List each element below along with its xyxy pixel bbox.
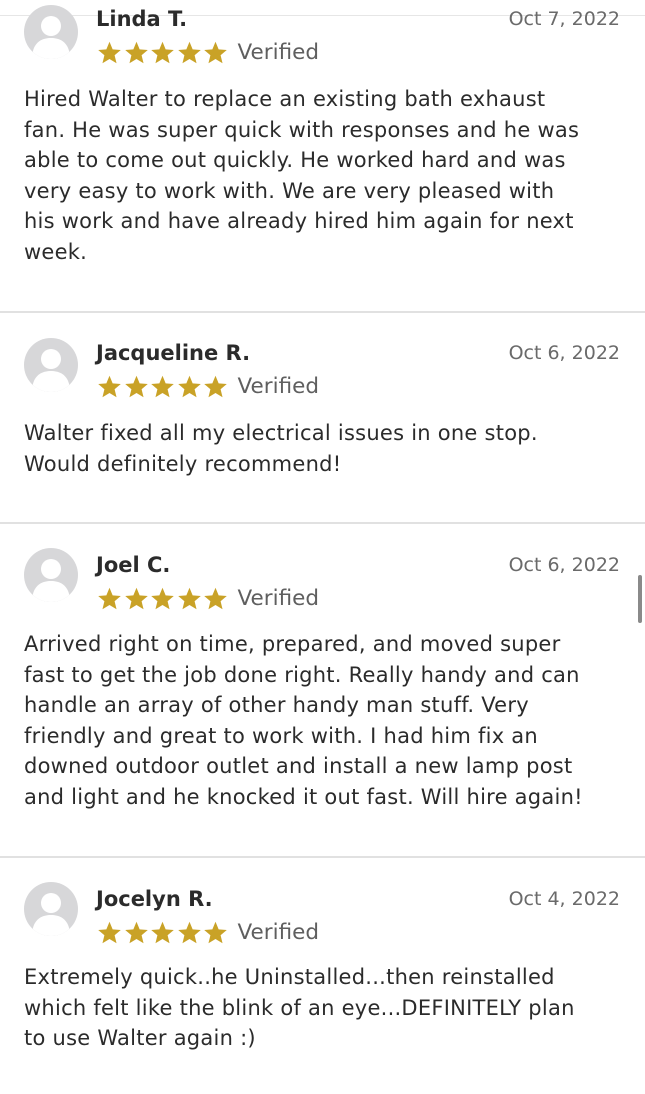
star-icon xyxy=(98,587,121,610)
review-text-line: which felt like the blink of an eye...DE… xyxy=(24,995,575,1020)
star-icon xyxy=(177,375,201,398)
star-icon xyxy=(124,587,148,610)
star-icon xyxy=(177,41,201,64)
verified-label: Verified xyxy=(237,920,320,945)
review-text-line: Walter fixed all my electrical issues in… xyxy=(24,421,538,445)
review-text: Hired Walter to replace an existing bath… xyxy=(24,84,624,268)
review-text-line: Arrived right on time, prepared, and mov… xyxy=(24,632,561,656)
verified-label: Verified xyxy=(237,40,320,65)
review-text: Extremely quick..he Uninstalled...then r… xyxy=(24,962,624,1054)
star-icon xyxy=(204,921,227,944)
review-text-line: Extremely quick..he Uninstalled...then r… xyxy=(24,965,555,989)
review-card: Jacqueline R. Oct 6, 2022 Verified Walte… xyxy=(0,313,645,524)
review-card: Jocelyn R. Oct 4, 2022 Verified Extremel… xyxy=(0,858,645,1094)
star-icon xyxy=(124,375,148,398)
star-icon xyxy=(204,587,227,610)
star-rating xyxy=(96,586,229,612)
star-icon xyxy=(151,921,174,944)
avatar xyxy=(24,338,78,392)
star-icon xyxy=(177,587,201,610)
star-icon xyxy=(98,41,121,64)
star-icon xyxy=(204,41,227,64)
star-icon xyxy=(98,921,121,944)
star-rating xyxy=(96,374,229,400)
review-date: Oct 6, 2022 xyxy=(508,554,620,576)
review-text-line: fast to get the job done right. Really h… xyxy=(24,662,580,687)
star-icon xyxy=(124,921,148,944)
person-icon xyxy=(32,16,70,59)
review-text: Arrived right on time, prepared, and mov… xyxy=(24,629,624,813)
star-icon xyxy=(204,375,227,398)
review-date: Oct 4, 2022 xyxy=(508,888,620,910)
rating-row: Verified xyxy=(96,918,319,948)
star-icon xyxy=(151,375,174,398)
reviewer-name: Linda T. xyxy=(96,7,188,31)
review-text-line: Hired Walter to replace an existing bath… xyxy=(24,87,546,111)
review-text-line: handle an array of other handy man stuff… xyxy=(24,693,529,718)
star-rating xyxy=(96,920,229,946)
review-text-line: fan. He was super quick with responses a… xyxy=(24,117,580,142)
person-icon xyxy=(32,559,70,602)
verified-label: Verified xyxy=(237,586,320,611)
person-icon xyxy=(32,349,70,392)
rating-row: Verified xyxy=(96,584,319,614)
review-text-line: friendly and great to work with. I had h… xyxy=(24,723,538,748)
scrollbar-thumb[interactable] xyxy=(638,575,642,623)
review-text-line: Would definitely recommend! xyxy=(24,451,342,476)
star-icon xyxy=(151,587,174,610)
review-text-line: week. xyxy=(24,239,88,264)
reviewer-name: Jocelyn R. xyxy=(96,887,213,911)
reviews-list: Linda T. Oct 7, 2022 Verified Hired Walt… xyxy=(0,0,645,1094)
star-rating xyxy=(96,40,229,66)
review-text: Walter fixed all my electrical issues in… xyxy=(24,418,624,479)
verified-label: Verified xyxy=(237,374,320,399)
review-card: Linda T. Oct 7, 2022 Verified Hired Walt… xyxy=(0,0,645,313)
rating-row: Verified xyxy=(96,372,319,402)
reviewer-name: Joel C. xyxy=(96,553,171,577)
review-text-line: his work and have already hired him agai… xyxy=(24,209,574,234)
star-icon xyxy=(124,41,148,64)
reviewer-name: Jacqueline R. xyxy=(96,341,251,365)
star-icon xyxy=(177,921,201,944)
person-icon xyxy=(32,893,70,936)
review-text-line: downed outdoor outlet and install a new … xyxy=(24,754,573,779)
review-date: Oct 6, 2022 xyxy=(508,342,620,364)
avatar xyxy=(24,882,78,936)
star-icon xyxy=(98,375,121,398)
rating-row: Verified xyxy=(96,38,319,68)
avatar xyxy=(24,548,78,602)
review-card: Joel C. Oct 6, 2022 Verified Arrived rig… xyxy=(0,524,645,858)
review-text-line: very easy to work with. We are very plea… xyxy=(24,178,555,203)
review-text-line: able to come out quickly. He worked hard… xyxy=(24,148,566,173)
star-icon xyxy=(151,41,174,64)
avatar xyxy=(24,5,78,59)
review-text-line: to use Walter again :) xyxy=(24,1026,256,1051)
review-text-line: and light and he knocked it out fast. Wi… xyxy=(24,784,583,809)
review-date: Oct 7, 2022 xyxy=(508,8,620,30)
